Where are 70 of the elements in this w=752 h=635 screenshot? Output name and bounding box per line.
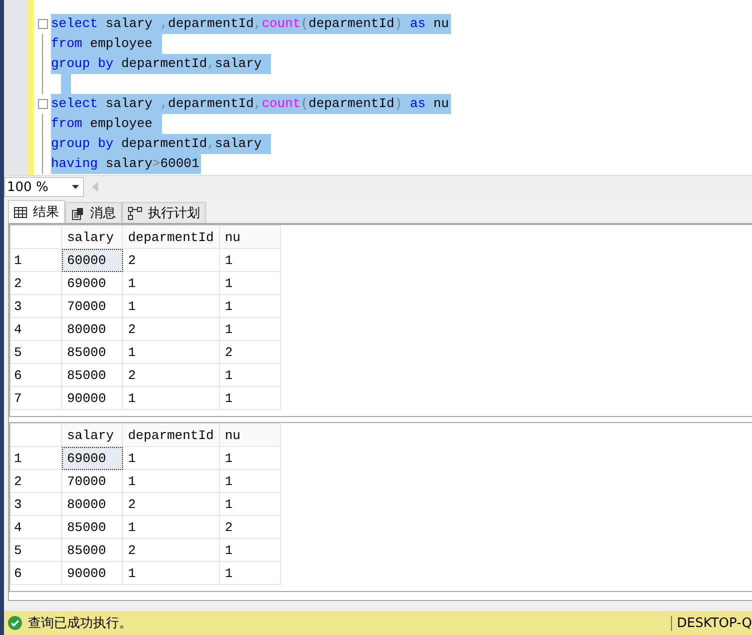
table-cell: 1: [219, 364, 280, 386]
collapse-icon[interactable]: [38, 19, 48, 29]
row-number: 7: [10, 386, 62, 410]
table-cell: 2: [122, 492, 220, 516]
column-header[interactable]: nu: [219, 424, 280, 446]
row-number: 4: [10, 318, 62, 340]
table-cell: 1: [219, 562, 280, 584]
table-cell: 1: [122, 272, 220, 294]
table-cell: 2: [219, 340, 280, 364]
column-header[interactable]: nu: [219, 226, 280, 248]
table-cell: 85000: [62, 516, 122, 538]
table-cell: 90000: [62, 386, 122, 410]
table-cell: 85000: [62, 340, 122, 364]
table-cell: 2: [122, 538, 220, 562]
table-cell: 1: [219, 272, 280, 294]
success-icon: [8, 616, 22, 630]
table-cell: 69000: [62, 446, 122, 470]
plan-icon: [128, 206, 142, 220]
table-cell: 1: [122, 340, 220, 364]
server-name: DESKTOP-Q: [670, 616, 752, 630]
table-cell: 80000: [62, 318, 122, 340]
table-cell: 70000: [62, 470, 122, 492]
row-number: 4: [10, 516, 62, 538]
table-cell: 85000: [62, 538, 122, 562]
column-header[interactable]: deparmentId: [122, 226, 220, 248]
collapse-icon[interactable]: [38, 99, 48, 109]
table-cell: 1: [219, 538, 280, 562]
table-cell: 2: [122, 318, 220, 340]
table-cell: 1: [219, 492, 280, 516]
table-cell: 60000: [62, 248, 122, 272]
table-cell: 1: [219, 470, 280, 492]
table-cell: 90000: [62, 562, 122, 584]
table-cell: 80000: [62, 492, 122, 516]
column-header[interactable]: salary: [62, 226, 122, 248]
table-cell: 2: [122, 248, 220, 272]
table-cell: 70000: [62, 294, 122, 318]
table-cell: 1: [219, 386, 280, 410]
tab[interactable]: 执行计划: [122, 202, 206, 223]
grid-icon: [14, 206, 27, 218]
table-cell: 2: [219, 516, 280, 538]
table-cell: 2: [122, 364, 220, 386]
table-cell: 69000: [62, 272, 122, 294]
table-cell: 85000: [62, 364, 122, 386]
scroll-left-icon[interactable]: [92, 182, 98, 192]
caret-icon: [72, 185, 79, 189]
row-number: 5: [10, 340, 62, 364]
table-cell: 1: [122, 386, 220, 410]
row-number: 2: [10, 470, 62, 492]
table-cell: 1: [219, 446, 280, 470]
column-header[interactable]: deparmentId: [122, 424, 220, 446]
table-cell: 1: [122, 446, 220, 470]
zoom-dropdown[interactable]: 100 %: [4, 177, 84, 197]
row-number: 2: [10, 272, 62, 294]
table-cell: 1: [219, 294, 280, 318]
table-cell: 1: [219, 318, 280, 340]
row-number: 6: [10, 364, 62, 386]
tab[interactable]: 结果: [8, 200, 65, 223]
column-header[interactable]: salary: [62, 424, 122, 446]
row-number: 3: [10, 492, 62, 516]
table-cell: 1: [122, 294, 220, 318]
table-cell: 1: [122, 562, 220, 584]
row-number: 5: [10, 538, 62, 562]
row-number: 6: [10, 562, 62, 584]
status-message: 查询已成功执行。: [28, 615, 133, 632]
tab[interactable]: 消息: [65, 202, 122, 223]
row-number: 3: [10, 294, 62, 318]
table-cell: 1: [122, 516, 220, 538]
table-cell: 1: [122, 470, 220, 492]
message-icon: [71, 206, 84, 220]
table-cell: 1: [219, 248, 280, 272]
